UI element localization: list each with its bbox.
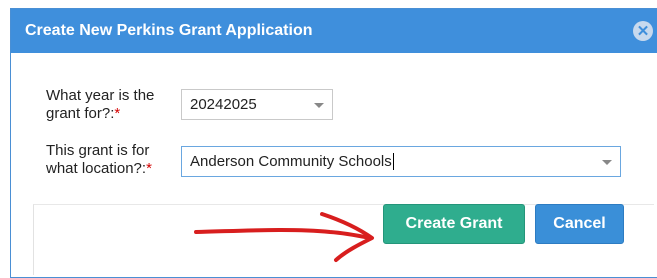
create-grant-button[interactable]: Create Grant bbox=[383, 204, 525, 244]
cancel-button[interactable]: Cancel bbox=[535, 204, 624, 244]
